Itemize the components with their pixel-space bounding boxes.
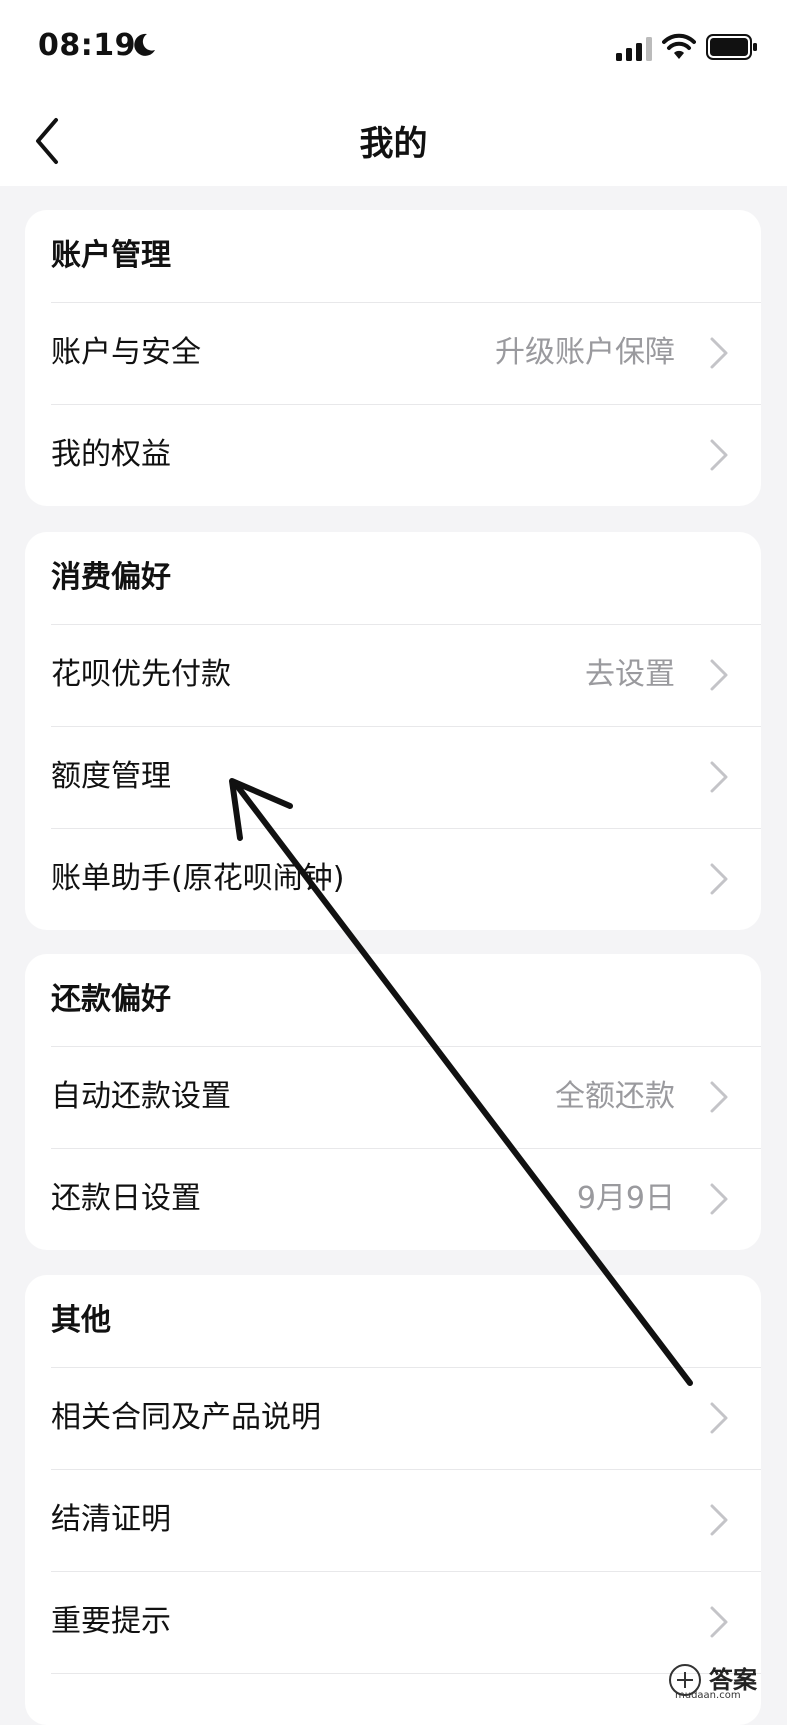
chevron-right-icon	[710, 1183, 728, 1215]
row-credit-limit[interactable]: 额度管理	[51, 726, 761, 828]
chevron-right-icon	[710, 337, 728, 369]
section-header: 还款偏好	[51, 982, 171, 1017]
row-contracts[interactable]: 相关合同及产品说明	[51, 1367, 761, 1469]
page-title: 我的	[359, 124, 428, 164]
wifi-icon	[662, 33, 696, 59]
chevron-right-icon	[710, 761, 728, 793]
row-label: 自动还款设置	[51, 1079, 231, 1114]
chevron-right-icon	[710, 659, 728, 691]
section-header: 其他	[51, 1303, 111, 1338]
row-important-notice[interactable]: 重要提示	[51, 1571, 761, 1673]
moon-icon	[134, 33, 155, 56]
row-value: 去设置	[585, 657, 675, 692]
row-account-security[interactable]: 账户与安全 升级账户保障	[51, 302, 761, 404]
section-header: 账户管理	[51, 238, 171, 273]
row-settlement-proof[interactable]: 结清证明	[51, 1469, 761, 1571]
row-value: 全额还款	[555, 1079, 675, 1114]
row-label: 还款日设置	[51, 1181, 201, 1216]
row-auto-repay[interactable]: 自动还款设置 全额还款	[51, 1046, 761, 1148]
signal-icon	[616, 37, 652, 61]
chevron-right-icon	[710, 1606, 728, 1638]
row-label: 重要提示	[51, 1604, 171, 1639]
row-label: 结清证明	[51, 1502, 171, 1537]
status-time: 08:19	[38, 28, 136, 63]
watermark: 答案 mudaan.com	[665, 1660, 783, 1702]
section-other: 其他 相关合同及产品说明 结清证明 重要提示	[25, 1275, 761, 1725]
chevron-right-icon	[710, 1504, 728, 1536]
row-value: 9月9日	[576, 1181, 675, 1216]
chevron-right-icon	[710, 1402, 728, 1434]
status-bar: 08:19	[0, 0, 787, 96]
chevron-right-icon	[710, 439, 728, 471]
row-label: 花呗优先付款	[51, 657, 231, 692]
row-repay-date[interactable]: 还款日设置 9月9日	[51, 1148, 761, 1250]
row-huabei-priority[interactable]: 花呗优先付款 去设置	[51, 624, 761, 726]
row-label: 账户与安全	[51, 335, 201, 370]
row-label: 账单助手(原花呗闹钟)	[51, 861, 345, 896]
section-repayment: 还款偏好 自动还款设置 全额还款 还款日设置 9月9日	[25, 954, 761, 1250]
section-account: 账户管理 账户与安全 升级账户保障 我的权益	[25, 210, 761, 506]
row-my-benefits[interactable]: 我的权益	[51, 404, 761, 506]
row-bill-assistant[interactable]: 账单助手(原花呗闹钟)	[51, 828, 761, 930]
row-label: 额度管理	[51, 759, 171, 794]
section-header: 消费偏好	[51, 560, 171, 595]
battery-icon	[706, 34, 757, 60]
row-partial	[51, 1673, 761, 1725]
watermark-sub: mudaan.com	[675, 1690, 741, 1701]
row-label: 相关合同及产品说明	[51, 1400, 321, 1435]
chevron-right-icon	[710, 1081, 728, 1113]
section-spending: 消费偏好 花呗优先付款 去设置 额度管理 账单助手(原花呗闹钟)	[25, 532, 761, 930]
nav-bar: 我的	[0, 96, 787, 186]
row-value: 升级账户保障	[495, 335, 675, 370]
chevron-right-icon	[710, 863, 728, 895]
row-label: 我的权益	[51, 437, 171, 472]
